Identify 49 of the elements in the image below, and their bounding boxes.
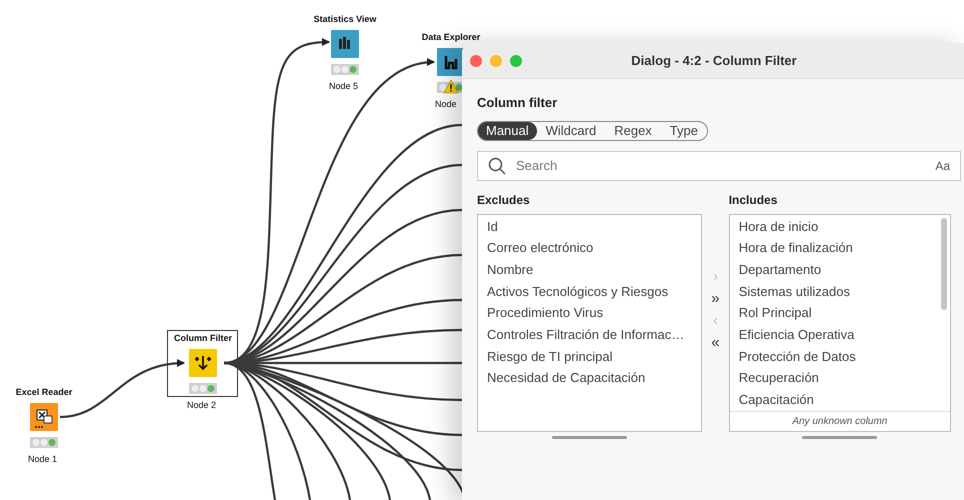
list-title: Excludes	[477, 192, 531, 208]
list-title: Includes	[728, 192, 778, 208]
resize-handle[interactable]	[802, 436, 878, 438]
column-item[interactable]: Riesgo de TI principal	[478, 346, 702, 368]
column-item[interactable]: Protección de Datos	[730, 346, 950, 368]
node-icon[interactable]	[189, 349, 217, 377]
column-item[interactable]: Activos Tecnológicos y Riesgos	[478, 280, 702, 302]
case-toggle[interactable]: Aa	[935, 156, 950, 174]
section-title: Column filter	[477, 94, 558, 112]
search-field[interactable]: Search Aa	[477, 150, 961, 180]
scrollbar-thumb[interactable]	[941, 218, 947, 310]
column-item[interactable]: Controles Filtración de Informac…	[478, 324, 702, 346]
column-item[interactable]: Necesidad de Capacitación	[478, 367, 702, 389]
node-label: Node 5	[329, 80, 358, 93]
list-footer: Any unknown column	[792, 414, 888, 428]
column-item[interactable]: Procedimiento Virus	[478, 302, 702, 324]
node-label: Node 1	[28, 453, 58, 466]
node-title: Excel Reader	[16, 386, 72, 399]
minimize-button[interactable]	[490, 54, 502, 66]
node-label: Node 2	[187, 399, 216, 412]
filter-mode-tab[interactable]: Manual	[478, 122, 537, 140]
node-title: Statistics View	[314, 13, 376, 26]
column-item[interactable]: Recuperación	[730, 367, 950, 389]
filter-mode-tab[interactable]: Wildcard	[536, 122, 606, 140]
column-item[interactable]: Eficiencia Operativa	[730, 324, 950, 346]
node-title: Column Filter	[174, 332, 232, 345]
filter-mode-tab[interactable]: Type	[660, 122, 707, 140]
column-item[interactable]: Capacitación	[730, 389, 950, 410]
node-icon[interactable]	[30, 403, 58, 431]
resize-handle[interactable]	[552, 436, 628, 438]
column-item[interactable]: Sistemas utilizados	[730, 280, 950, 302]
move-button[interactable]: «	[711, 332, 720, 352]
column-item[interactable]: Hora de inicio	[730, 216, 950, 238]
search-icon	[488, 156, 506, 174]
column-item[interactable]: Correo electrónico	[478, 237, 702, 259]
column-item[interactable]: Rol Principal	[730, 302, 950, 324]
node-icon[interactable]	[437, 48, 465, 76]
zoom-button[interactable]	[510, 54, 522, 66]
close-button[interactable]	[470, 54, 482, 66]
node-icon[interactable]	[331, 30, 359, 58]
column-item[interactable]: Departamento	[730, 258, 950, 281]
column-item[interactable]: Hora de finalización	[730, 237, 950, 259]
column-item[interactable]: Nombre	[478, 258, 702, 281]
window-title: Dialog - 4:2 - Column Filter	[631, 52, 797, 70]
node-label: Node	[435, 98, 457, 111]
column-item[interactable]: Id	[478, 216, 702, 238]
move-button[interactable]: »	[711, 288, 720, 308]
node-title: Data Explorer	[422, 31, 480, 44]
filter-mode-tab[interactable]: Regex	[605, 122, 661, 140]
